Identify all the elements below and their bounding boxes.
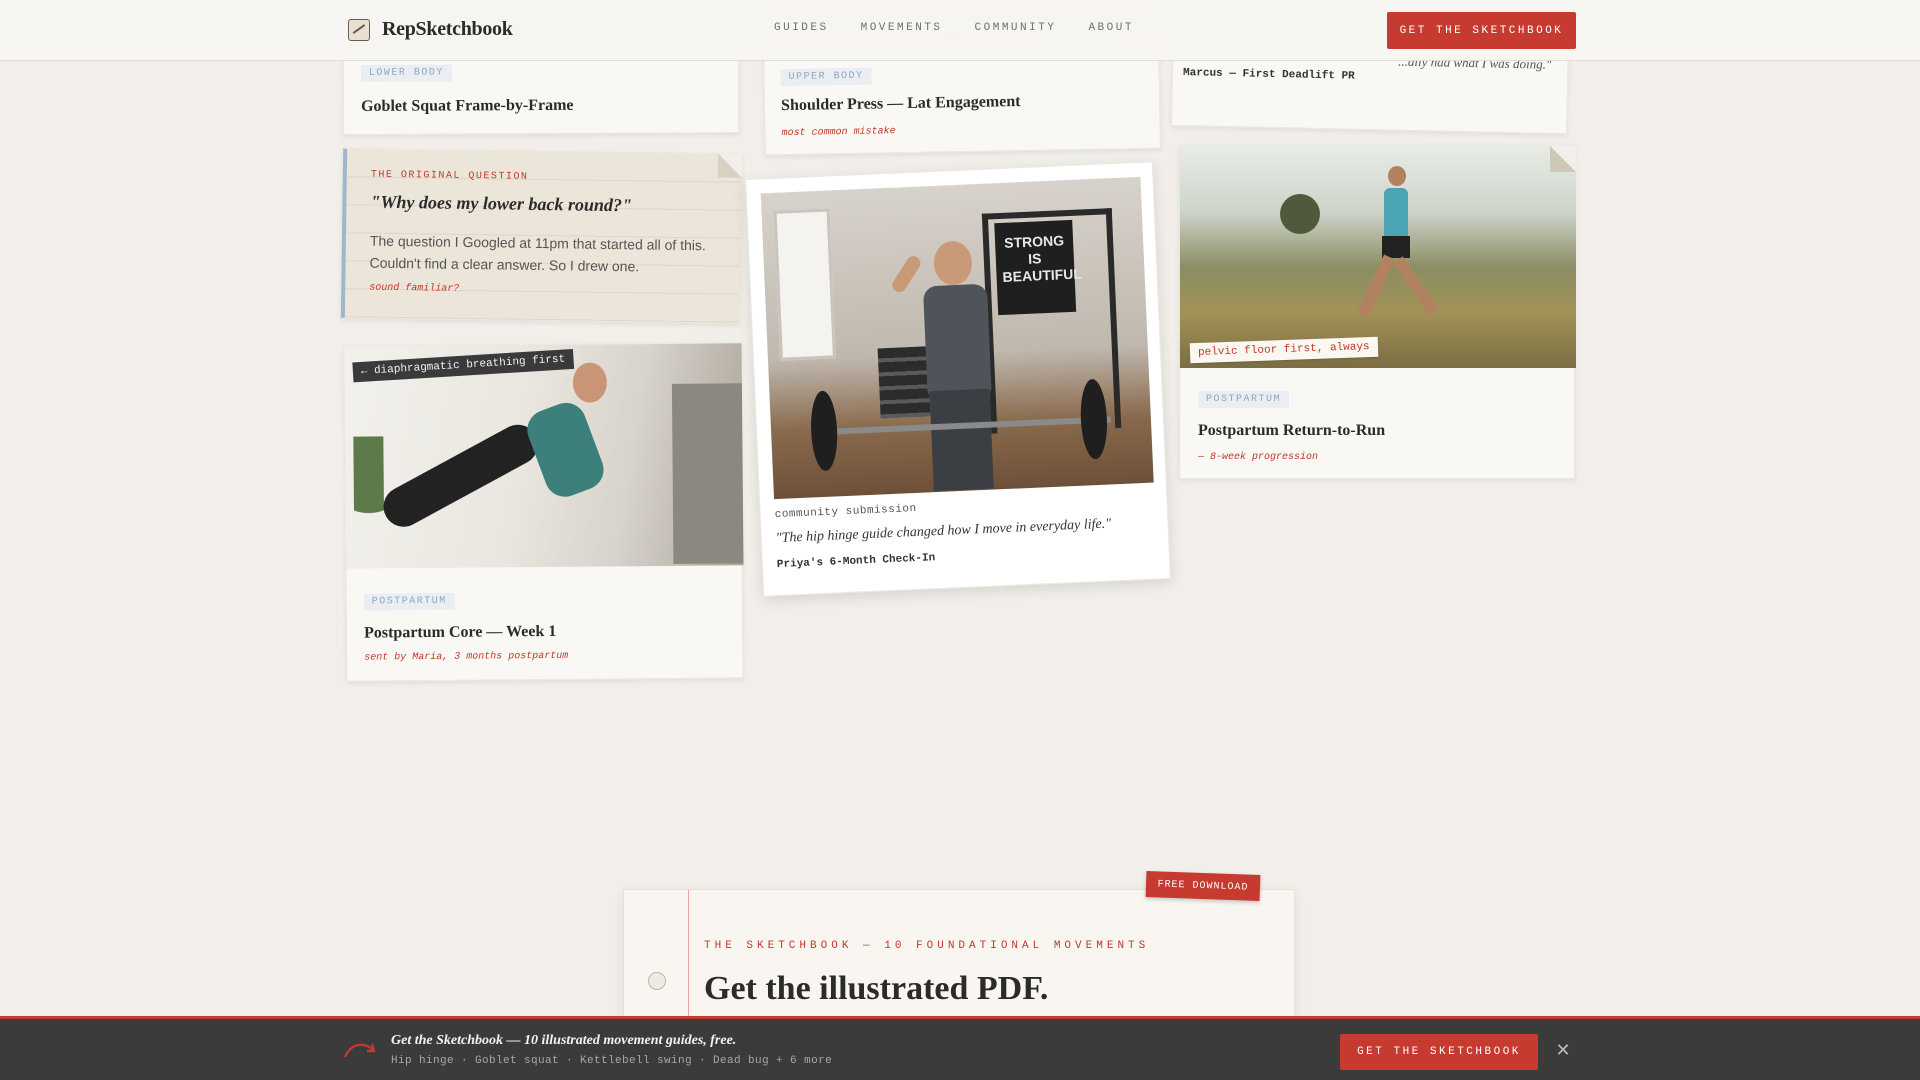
binding-hole-icon (648, 972, 666, 990)
person-torso (521, 397, 610, 503)
sketchbook-eyebrow: THE SKETCHBOOK — 10 FOUNDATIONAL MOVEMEN… (704, 940, 1150, 952)
nav-movements[interactable]: MOVEMENTS (861, 22, 943, 34)
logo-text: RepSketchbook (382, 18, 513, 40)
card-title: Postpartum Core — Week 1 (363, 622, 557, 642)
nav-about[interactable]: ABOUT (1088, 22, 1134, 34)
question-note: sound familiar? (369, 282, 460, 295)
card-note: — 8-week progression (1198, 452, 1319, 463)
curved-arrow-icon (343, 1043, 376, 1058)
card-postpartum-core[interactable]: ← diaphragmatic breathing first POSTPART… (343, 342, 744, 682)
card-priya-checkin[interactable]: STRONG IS BEAUTIFUL community submission… (745, 161, 1171, 597)
header-get-sketchbook-button[interactable]: GET THE SKETCHBOOK (1387, 12, 1576, 49)
question-body: The question I Googled at 11pm that star… (369, 232, 706, 275)
sketchbook-download-card: THE SKETCHBOOK — 10 FOUNDATIONAL MOVEMEN… (623, 889, 1295, 1030)
card-original-question: THE ORIGINAL QUESTION "Why does my lower… (340, 148, 743, 324)
nav-community[interactable]: COMMUNITY (975, 22, 1057, 34)
sketchbook-logo-icon (348, 18, 370, 41)
category-tag: UPPER BODY (780, 67, 872, 87)
page-fold-corner (717, 153, 743, 178)
sticky-get-sketchbook-button[interactable]: GET THE SKETCHBOOK (1340, 1034, 1538, 1070)
runner-photo (1180, 146, 1576, 368)
site-header: RepSketchbook GUIDES MOVEMENTS COMMUNITY… (0, 0, 1920, 61)
tree (1280, 194, 1320, 234)
testimonial-caption: Marcus — First Deadlift PR (1182, 67, 1355, 83)
card-title: Shoulder Press — Lat Engagement (780, 92, 1021, 115)
free-download-badge: FREE DOWNLOAD (1145, 871, 1261, 901)
plate-left (809, 390, 839, 472)
card-note: sent by Maria, 3 months postpartum (364, 650, 569, 664)
question-label: THE ORIGINAL QUESTION (370, 169, 529, 183)
page-fold-corner (1550, 146, 1576, 172)
close-icon[interactable]: ✕ (1554, 1041, 1572, 1059)
sticky-title: Get the Sketchbook — 10 illustrated move… (391, 1033, 737, 1048)
person-arm (889, 253, 924, 295)
question-quote: "Why does my lower back round?" (370, 191, 633, 216)
sticky-cta-bar: Get the Sketchbook — 10 illustrated move… (0, 1016, 1920, 1080)
submission-label: community submission (774, 502, 917, 522)
poster: STRONG IS BEAUTIFUL (994, 219, 1082, 316)
logo-link[interactable]: RepSketchbook (348, 18, 513, 41)
notebook-margin-line (688, 890, 689, 1030)
chair (671, 383, 744, 564)
sketchbook-title: Get the illustrated PDF. (704, 970, 1049, 1007)
category-tag: POSTPARTUM (1198, 391, 1290, 408)
person-head (932, 240, 973, 286)
sticky-subtitle: Hip hinge · Goblet squat · Kettlebell sw… (391, 1055, 833, 1067)
person-torso (922, 283, 992, 397)
priya-gym-photo: STRONG IS BEAUTIFUL (760, 176, 1154, 500)
submission-quote: "The hip hinge guide changed how I move … (775, 516, 1112, 547)
gym-window (773, 208, 836, 361)
plant (353, 436, 385, 547)
main-nav: GUIDES MOVEMENTS COMMUNITY ABOUT (774, 22, 1134, 34)
runner-figure (1357, 166, 1440, 326)
submission-caption: Priya's 6-Month Check-In (776, 552, 936, 572)
category-tag: LOWER BODY (360, 64, 452, 82)
card-title: Goblet Squat Frame-by-Frame (361, 96, 574, 115)
card-postpartum-run[interactable]: pelvic floor first, always POSTPARTUM Po… (1179, 145, 1576, 479)
card-note: most common mistake (781, 126, 896, 140)
card-title: Postpartum Return-to-Run (1198, 422, 1386, 439)
person-legs (929, 388, 994, 492)
dumbbell-rack (877, 346, 931, 419)
poster-text: STRONG IS BEAUTIFUL (1002, 232, 1083, 285)
person-head (572, 362, 608, 403)
nav-guides[interactable]: GUIDES (774, 22, 829, 34)
person-legs (376, 417, 545, 534)
category-tag: POSTPARTUM (363, 592, 455, 611)
